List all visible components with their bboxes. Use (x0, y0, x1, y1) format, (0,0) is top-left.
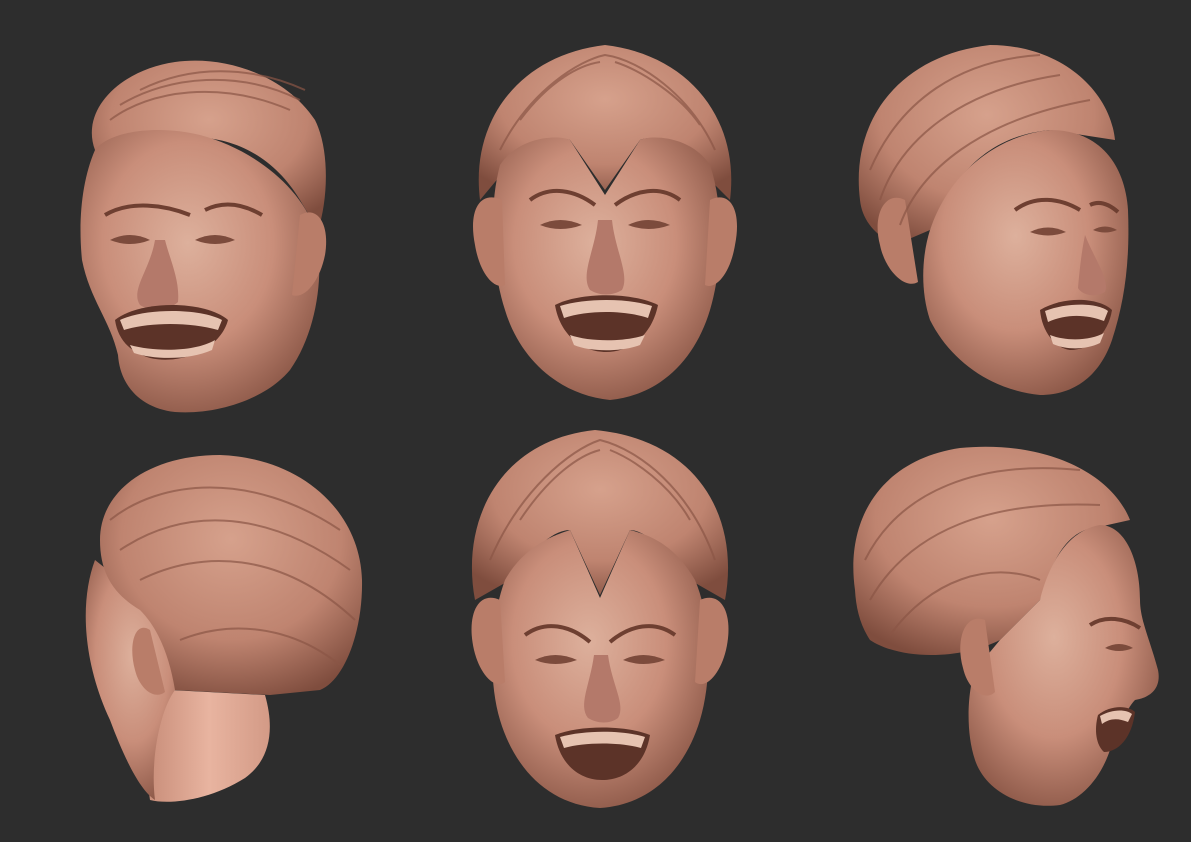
view-back-left (85, 455, 363, 802)
turnaround-sheet (80, 45, 1159, 808)
view-three-quarter-right (858, 45, 1129, 395)
view-profile-right (853, 446, 1159, 806)
view-front-tilted-up (471, 430, 729, 808)
sculpt-viewport (0, 0, 1191, 842)
view-three-quarter-left (80, 60, 327, 413)
view-front (473, 45, 738, 400)
ear-right (695, 597, 729, 685)
ear-left (473, 197, 505, 286)
neck-cut (148, 690, 270, 802)
ear-left (471, 597, 505, 685)
ear-right (705, 197, 738, 286)
